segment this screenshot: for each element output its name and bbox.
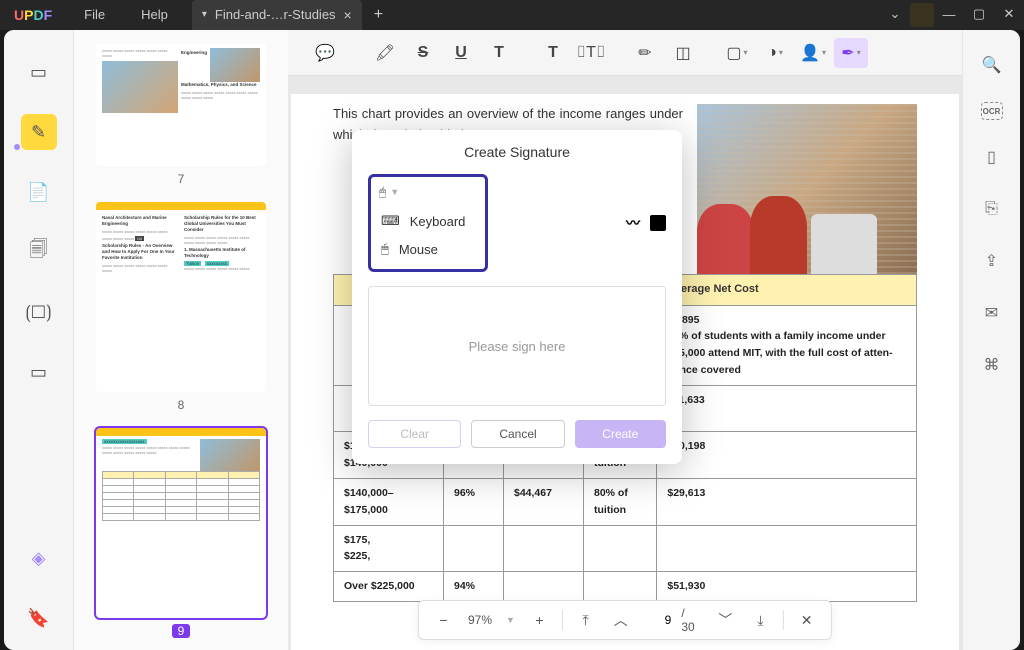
page-input[interactable] [641, 613, 671, 627]
edit-tool-icon[interactable]: 📄 [21, 174, 57, 210]
modal-title: Create Signature [352, 130, 682, 174]
tab-title: Find-and-…r-Studies [215, 0, 336, 30]
signature-placeholder: Please sign here [469, 339, 566, 354]
keyboard-icon: ⌨ [381, 213, 400, 229]
thumbnail-7[interactable]: xxxxx xxxxx xxxxx xxxxx xxxxx xxxxx xxxx… [88, 44, 274, 188]
prev-page-button[interactable]: ︿ [606, 605, 635, 635]
thumbnail-8[interactable]: Naval Architecture and Marine Engineerin… [88, 202, 274, 414]
table-row: Over $225,000 94% $51,930 [334, 572, 917, 602]
crest-icon[interactable] [910, 3, 934, 27]
first-page-button[interactable]: ⤒ [571, 605, 600, 635]
menu-help[interactable]: Help [123, 0, 186, 30]
input-mouse-option[interactable]: 🖱 Mouse [371, 235, 485, 263]
search-icon[interactable]: 🔍 [977, 50, 1007, 80]
thumb-label-8: 8 [178, 398, 185, 412]
window-controls: ⌄ — ▢ ✕ [880, 3, 1024, 27]
organize-tool-icon[interactable]: 🗐 [21, 234, 57, 270]
close-bar-button[interactable]: ✕ [792, 605, 821, 635]
input-keyboard-option[interactable]: ⌨ Keyboard [371, 207, 485, 235]
crop-tool-icon[interactable]: ⟮☐⟯ [21, 294, 57, 330]
zoom-level[interactable]: 97% [464, 613, 496, 627]
zoom-out-button[interactable]: − [429, 605, 458, 635]
layers-icon[interactable]: ◈ [21, 540, 57, 576]
new-tab-button[interactable]: + [362, 6, 395, 24]
active-marker [14, 144, 20, 150]
bottom-bar: − 97% ▼ + ⤒ ︿ / 30 ﹀ ⤓ ✕ [418, 600, 832, 640]
pencil-icon[interactable]: ✏ [628, 38, 662, 68]
thumbnail-9[interactable]: xxxxxxxxxxxxxxxxxx xxxxx xxxxx xxxxx xxx… [88, 428, 274, 640]
eraser-icon[interactable]: ◫ [666, 38, 700, 68]
thumbnail-panel[interactable]: xxxxx xxxxx xxxxx xxxxx xxxxx xxxxx xxxx… [74, 30, 288, 650]
signature-icon[interactable]: ✒▾ [834, 38, 868, 68]
document-tab[interactable]: ▾ Find-and-…r-Studies × [192, 0, 362, 30]
mouse-icon: 🖱 [381, 241, 389, 257]
next-page-button[interactable]: ﹀ [711, 605, 740, 635]
clear-button[interactable]: Clear [368, 420, 461, 448]
table-row: $140,000–$175,000 96% $44,467 80% of tui… [334, 478, 917, 525]
text-icon[interactable]: T [536, 38, 570, 68]
titlebar: UPDF File Help ▾ Find-and-…r-Studies × +… [0, 0, 1024, 30]
last-page-button[interactable]: ⤓ [746, 605, 775, 635]
maximize-icon[interactable]: ▢ [968, 3, 990, 25]
form-tool-icon[interactable]: ▭ [21, 354, 57, 390]
create-button[interactable]: Create [575, 420, 666, 448]
stroke-style-button[interactable]: 〰 [626, 213, 640, 233]
menu-file[interactable]: File [66, 0, 123, 30]
thumb-label-9: 9 [172, 624, 191, 638]
input-method-trigger[interactable]: 🖱 ▼ [371, 177, 485, 207]
page-display-icon[interactable]: ▯ [977, 142, 1007, 172]
dropdown-caret-icon: ▼ [390, 187, 399, 197]
left-tool-sidebar: ▭ ✎ 📄 🗐 ⟮☐⟯ ▭ ◈ 🔖 [4, 30, 74, 650]
create-signature-modal: Create Signature 🖱 ▼ ⌨ Keyboard 🖱 Mouse … [352, 130, 682, 464]
input-method-menu[interactable]: 🖱 ▼ ⌨ Keyboard 🖱 Mouse [368, 174, 488, 272]
ocr-icon[interactable]: OCR [981, 102, 1003, 120]
zoom-caret-icon[interactable]: ▼ [502, 615, 519, 625]
squiggly-icon[interactable]: T [482, 38, 516, 68]
textbox-icon[interactable]: ⌷T⌷ [574, 38, 608, 68]
mouse-icon: 🖱 [379, 185, 386, 200]
comment-icon[interactable]: 💬 [308, 38, 342, 68]
stamp-icon[interactable]: 👤▾ [796, 38, 830, 68]
underline-icon[interactable]: U [444, 38, 478, 68]
window-dropdown-icon[interactable]: ⌄ [884, 3, 906, 25]
strikethrough-icon[interactable]: S [406, 38, 440, 68]
zoom-in-button[interactable]: + [525, 605, 554, 635]
close-tab-icon[interactable]: × [344, 0, 352, 30]
close-window-icon[interactable]: ✕ [998, 3, 1020, 25]
shape-icon[interactable]: ▢▾ [720, 38, 754, 68]
thumb-label-7: 7 [178, 172, 185, 186]
sticker-icon[interactable]: ◑▾ [758, 38, 792, 68]
bookmark-icon[interactable]: 🔖 [21, 600, 57, 636]
export-icon[interactable]: ⎘ [977, 194, 1007, 224]
share-icon[interactable]: ⇪ [977, 246, 1007, 276]
mail-icon[interactable]: ✉ [977, 298, 1007, 328]
highlight-tool-icon[interactable]: ✎ [21, 114, 57, 150]
reader-mode-icon[interactable]: ▭ [21, 54, 57, 90]
annotation-toolbar: 💬 🖍 S U T T ⌷T⌷ ✏ ◫ ▢▾ ◑▾ 👤▾ ✒▾ [288, 30, 962, 76]
color-swatch[interactable] [650, 215, 666, 231]
signature-canvas[interactable]: Please sign here [368, 286, 666, 406]
cancel-button[interactable]: Cancel [471, 420, 564, 448]
highlighter-icon[interactable]: 🖍 [368, 38, 402, 68]
right-sidebar: 🔍 OCR ▯ ⎘ ⇪ ✉ ⌘ [962, 30, 1020, 650]
page-image [697, 104, 917, 274]
table-row: $175, $225, [334, 525, 917, 572]
save-icon[interactable]: ⌘ [977, 350, 1007, 380]
app-logo: UPDF [0, 7, 66, 23]
page-total: / 30 [677, 606, 704, 634]
minimize-icon[interactable]: — [938, 3, 960, 25]
